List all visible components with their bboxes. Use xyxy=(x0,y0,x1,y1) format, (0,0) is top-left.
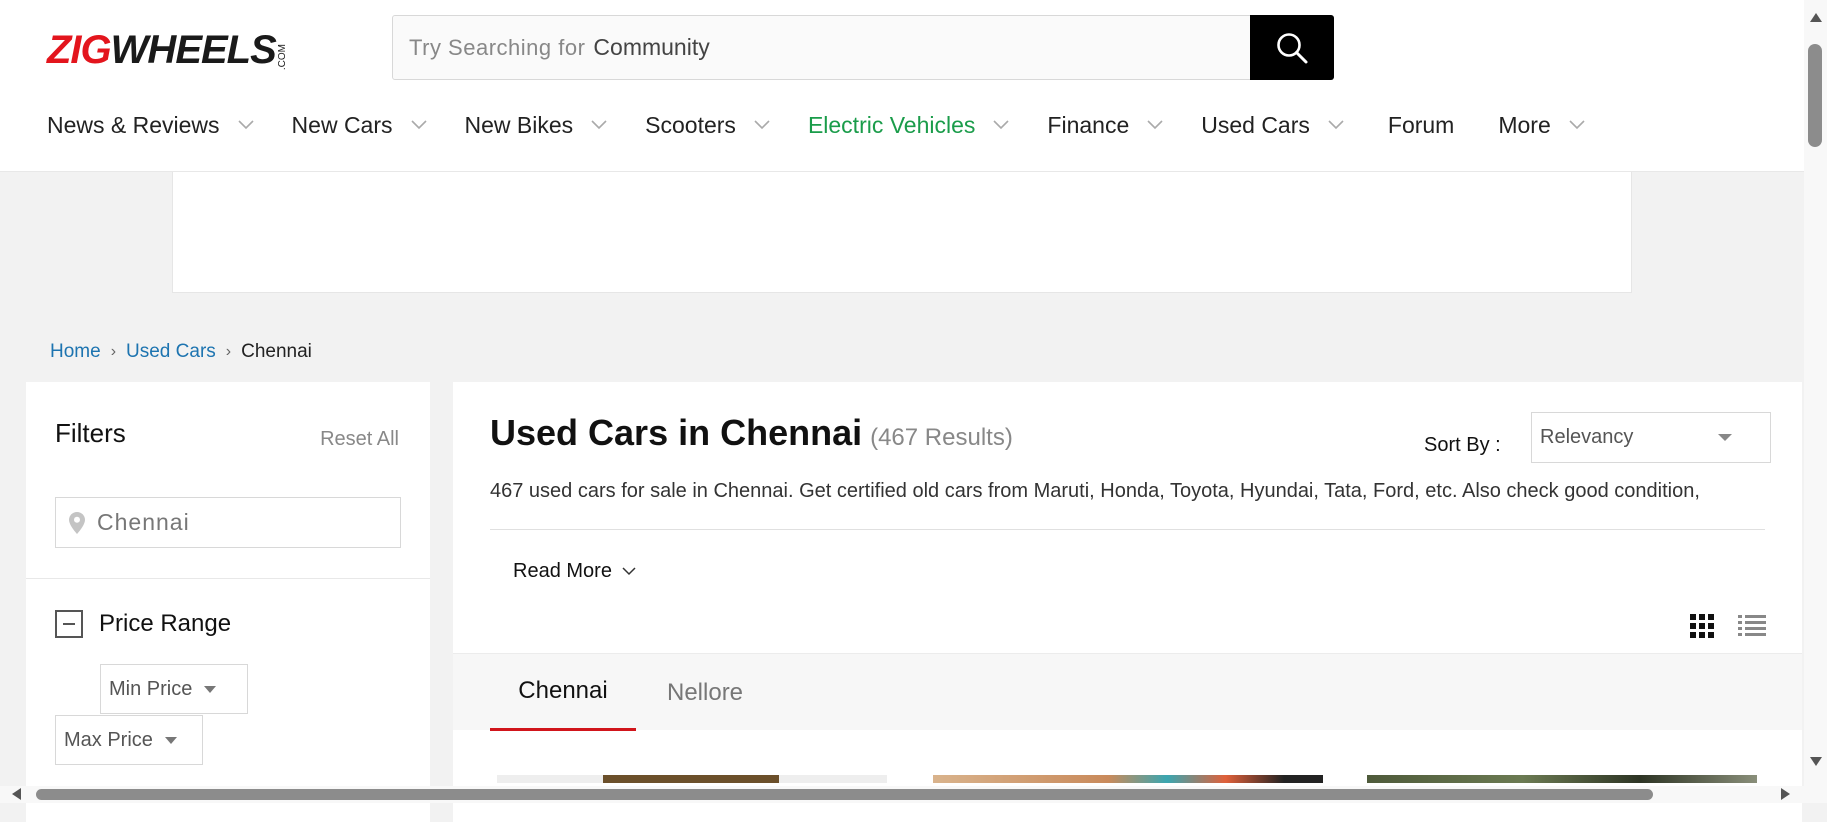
price-range-label: Price Range xyxy=(99,610,232,637)
search-box[interactable]: Try Searching for Community xyxy=(392,15,1334,80)
caret-down-icon xyxy=(204,685,217,693)
chevron-down-icon xyxy=(1147,120,1163,130)
breadcrumb-separator: › xyxy=(225,343,232,360)
nav-label: More xyxy=(1498,111,1551,138)
nav-news-reviews[interactable]: News & Reviews xyxy=(47,112,254,139)
nav-label: New Bikes xyxy=(464,111,574,138)
nav-label: Used Cars xyxy=(1201,111,1310,138)
scroll-down-arrow-icon[interactable] xyxy=(1810,757,1822,766)
logo-text-zig: ZIG xyxy=(47,28,112,72)
location-input[interactable]: Chennai xyxy=(55,497,401,548)
breadcrumb-used-cars-link[interactable]: Used Cars xyxy=(126,341,216,363)
divider xyxy=(490,529,1765,530)
horizontal-scrollbar[interactable] xyxy=(0,786,1827,803)
sort-select[interactable]: Relevancy xyxy=(1531,412,1771,463)
filters-divider xyxy=(26,578,430,579)
scroll-up-arrow-icon[interactable] xyxy=(1810,13,1822,22)
caret-down-icon xyxy=(1718,434,1732,441)
nav-finance[interactable]: Finance xyxy=(1047,112,1163,139)
scroll-left-arrow-icon[interactable] xyxy=(12,788,21,800)
location-pin-icon xyxy=(69,511,85,534)
price-range-header[interactable]: Price Range xyxy=(55,610,231,638)
nav-label: Scooters xyxy=(645,111,736,138)
logo-text-wheels: WHEELS xyxy=(110,28,277,72)
search-icon xyxy=(1277,32,1308,63)
nav-label: New Cars xyxy=(291,111,393,138)
page-title: Used Cars in Chennai xyxy=(490,412,863,453)
nav-used-cars[interactable]: Used Cars xyxy=(1201,112,1344,139)
zigwheels-logo[interactable]: ZIGWHEELS .COM xyxy=(47,30,288,70)
main-nav: News & Reviews New Cars New Bikes Scoote… xyxy=(47,108,1585,142)
logo-suffix: .COM xyxy=(276,43,288,70)
city-tabs: Chennai Nellore xyxy=(453,653,1802,731)
chevron-down-icon xyxy=(1328,120,1344,130)
tab-chennai[interactable]: Chennai xyxy=(490,654,636,731)
chevron-down-icon xyxy=(237,120,254,130)
car-card-image[interactable] xyxy=(1367,775,1757,783)
breadcrumb-current: Chennai xyxy=(241,341,312,362)
grid-view-icon[interactable] xyxy=(1690,614,1714,643)
max-price-select[interactable]: Max Price xyxy=(55,715,203,765)
nav-new-bikes[interactable]: New Bikes xyxy=(465,112,608,139)
vertical-scrollbar[interactable] xyxy=(1804,0,1827,786)
min-price-label: Min Price xyxy=(109,677,193,700)
results-heading: Used Cars in Chennai (467 Results) xyxy=(490,412,1013,454)
collapse-icon[interactable] xyxy=(55,610,83,638)
scroll-right-arrow-icon[interactable] xyxy=(1781,788,1790,800)
chevron-down-icon xyxy=(622,567,636,576)
nav-label: News & Reviews xyxy=(47,111,220,138)
vertical-scrollbar-thumb[interactable] xyxy=(1808,44,1822,147)
results-panel: Used Cars in Chennai (467 Results) Sort … xyxy=(453,382,1802,822)
chevron-down-icon xyxy=(591,120,607,130)
horizontal-scrollbar-thumb[interactable] xyxy=(36,789,1653,800)
list-view-icon[interactable] xyxy=(1738,614,1766,643)
nav-more[interactable]: More xyxy=(1498,111,1585,139)
nav-electric-vehicles[interactable]: Electric Vehicles xyxy=(808,112,1009,139)
breadcrumb: Home › Used Cars › Chennai xyxy=(50,341,312,363)
read-more-button[interactable]: Read More xyxy=(513,560,636,583)
chevron-down-icon xyxy=(754,120,770,130)
chevron-down-icon xyxy=(410,120,427,130)
ad-banner-slot xyxy=(172,172,1632,293)
breadcrumb-home-link[interactable]: Home xyxy=(50,341,101,363)
max-price-label: Max Price xyxy=(64,728,153,751)
car-card-image[interactable] xyxy=(497,775,887,783)
chevron-down-icon xyxy=(993,120,1009,130)
tab-nellore[interactable]: Nellore xyxy=(667,654,743,731)
nav-new-cars[interactable]: New Cars xyxy=(292,112,427,139)
nav-label: Forum xyxy=(1387,111,1455,138)
results-description: 467 used cars for sale in Chennai. Get c… xyxy=(490,480,1700,502)
sort-by-label: Sort By : xyxy=(1424,434,1501,456)
reset-all-link[interactable]: Reset All xyxy=(320,428,399,451)
location-value: Chennai xyxy=(97,509,190,535)
nav-scooters[interactable]: Scooters xyxy=(645,112,770,139)
min-price-select[interactable]: Min Price xyxy=(100,664,248,714)
car-card-image[interactable] xyxy=(933,775,1323,783)
read-more-label: Read More xyxy=(513,560,612,582)
caret-down-icon xyxy=(164,736,177,744)
nav-label: Electric Vehicles xyxy=(807,111,976,138)
search-placeholder: Try Searching for xyxy=(409,34,586,60)
site-header: ZIGWHEELS .COM Try Searching for Communi… xyxy=(0,0,1804,172)
search-button[interactable] xyxy=(1250,15,1334,80)
nav-label: Finance xyxy=(1047,111,1130,138)
breadcrumb-separator: › xyxy=(110,343,117,360)
filters-panel: Filters Reset All Chennai Price Range Mi… xyxy=(26,382,430,822)
filters-title: Filters xyxy=(55,418,126,448)
results-count: (467 Results) xyxy=(870,424,1013,451)
nav-forum[interactable]: Forum xyxy=(1388,112,1454,139)
sort-value: Relevancy xyxy=(1540,426,1634,448)
search-input[interactable]: Community xyxy=(593,34,709,61)
chevron-down-icon xyxy=(1569,120,1585,130)
